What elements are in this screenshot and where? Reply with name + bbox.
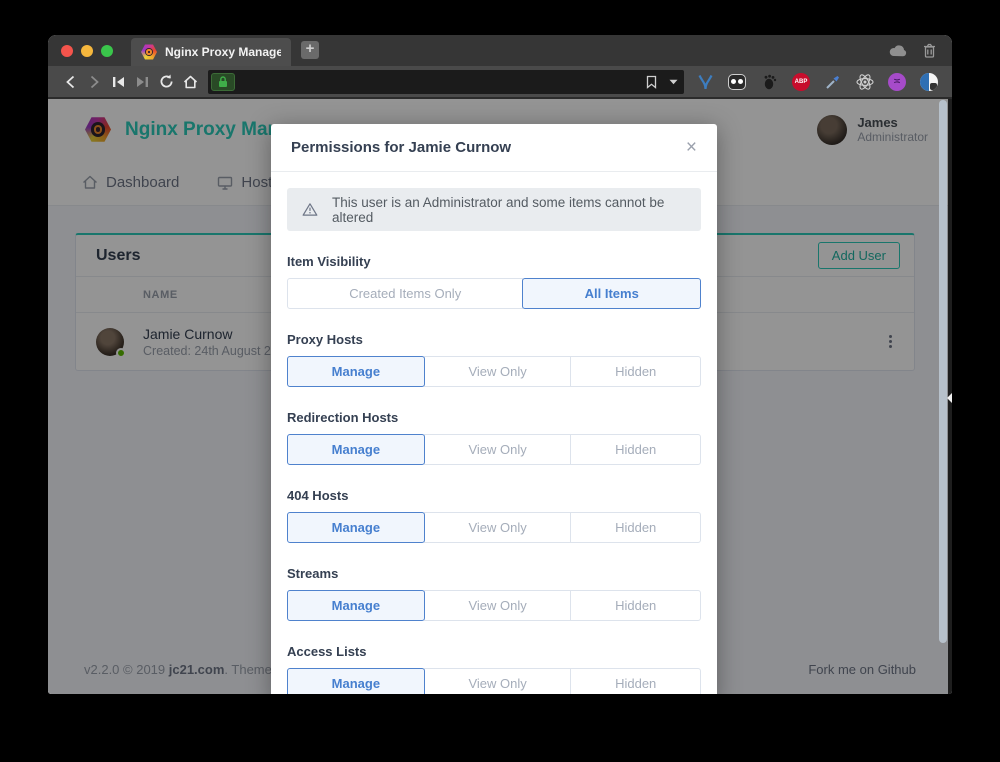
favicon-icon [141, 44, 157, 60]
streams-hidden-button[interactable]: Hidden [570, 590, 701, 621]
minimize-window-button[interactable] [81, 45, 93, 57]
close-window-button[interactable] [61, 45, 73, 57]
404-hosts-hidden-button[interactable]: Hidden [570, 512, 701, 543]
admin-alert: This user is an Administrator and some i… [287, 188, 701, 231]
access-lists-section: Access Lists Manage View Only Hidden [287, 644, 701, 694]
redirection-hosts-view-only-button[interactable]: View Only [424, 434, 572, 465]
section-label: 404 Hosts [287, 488, 701, 503]
streams-section: Streams Manage View Only Hidden [287, 566, 701, 621]
redirection-hosts-hidden-button[interactable]: Hidden [570, 434, 701, 465]
admin-alert-text: This user is an Administrator and some i… [332, 195, 686, 225]
home-icon[interactable] [178, 70, 202, 94]
browser-tab-bar: Nginx Proxy Manager + [48, 35, 952, 66]
section-label: Redirection Hosts [287, 410, 701, 425]
mask-extension-icon[interactable] [726, 71, 748, 93]
close-icon[interactable]: × [686, 138, 697, 157]
privacy-extension-icon[interactable] [918, 71, 940, 93]
screenshot-canvas: Nginx Proxy Manager + [0, 0, 1000, 762]
proxy-hosts-manage-button[interactable]: Manage [287, 356, 425, 387]
404-hosts-manage-button[interactable]: Manage [287, 512, 425, 543]
address-bar[interactable] [208, 70, 684, 94]
access-lists-manage-button[interactable]: Manage [287, 668, 425, 694]
visibility-button-group: Created Items Only All Items [287, 278, 701, 309]
lock-icon[interactable] [211, 73, 235, 91]
visibility-all-items-button[interactable]: All Items [522, 278, 701, 309]
streams-manage-button[interactable]: Manage [287, 590, 425, 621]
atom-extension-icon[interactable] [854, 71, 876, 93]
permissions-modal: Permissions for Jamie Curnow × This user… [271, 124, 717, 694]
fork-extension-icon[interactable] [694, 71, 716, 93]
streams-view-only-button[interactable]: View Only [424, 590, 572, 621]
web-content: Nginx Proxy Manager James Administrator … [48, 99, 952, 694]
back-icon[interactable] [58, 70, 82, 94]
visibility-created-only-button[interactable]: Created Items Only [287, 278, 523, 309]
404-hosts-section: 404 Hosts Manage View Only Hidden [287, 488, 701, 543]
new-tab-button[interactable]: + [301, 41, 319, 59]
gnome-foot-extension-icon[interactable] [758, 71, 780, 93]
dropper-extension-icon[interactable] [822, 71, 844, 93]
caret-down-icon[interactable] [669, 79, 678, 85]
proxy-hosts-hidden-button[interactable]: Hidden [570, 356, 701, 387]
reload-icon[interactable] [154, 70, 178, 94]
adblock-plus-icon[interactable]: ABP [790, 71, 812, 93]
streams-button-group: Manage View Only Hidden [287, 590, 701, 621]
section-label: Streams [287, 566, 701, 581]
purple-mask-extension-icon[interactable]: ≍ [886, 71, 908, 93]
redirection-hosts-manage-button[interactable]: Manage [287, 434, 425, 465]
cloud-sync-icon[interactable] [889, 45, 907, 57]
window-controls [48, 35, 127, 66]
redirection-hosts-section: Redirection Hosts Manage View Only Hidde… [287, 410, 701, 465]
404-hosts-view-only-button[interactable]: View Only [424, 512, 572, 543]
section-label: Proxy Hosts [287, 332, 701, 347]
warning-triangle-icon [302, 202, 318, 217]
proxy-hosts-view-only-button[interactable]: View Only [424, 356, 572, 387]
zoom-window-button[interactable] [101, 45, 113, 57]
item-visibility-section: Item Visibility Created Items Only All I… [287, 254, 701, 309]
forward-icon[interactable] [82, 70, 106, 94]
redirection-hosts-button-group: Manage View Only Hidden [287, 434, 701, 465]
panel-toggle-arrow[interactable] [947, 393, 952, 403]
rewind-icon[interactable] [106, 70, 130, 94]
404-hosts-button-group: Manage View Only Hidden [287, 512, 701, 543]
section-label: Access Lists [287, 644, 701, 659]
trash-icon[interactable] [923, 43, 936, 58]
access-lists-button-group: Manage View Only Hidden [287, 668, 701, 694]
fastforward-icon[interactable] [130, 70, 154, 94]
proxy-hosts-section: Proxy Hosts Manage View Only Hidden [287, 332, 701, 387]
section-label: Item Visibility [287, 254, 701, 269]
proxy-hosts-button-group: Manage View Only Hidden [287, 356, 701, 387]
extension-row: ABP ≍ [694, 71, 942, 93]
vertical-scrollbar[interactable] [939, 100, 947, 643]
access-lists-view-only-button[interactable]: View Only [424, 668, 572, 694]
modal-title: Permissions for Jamie Curnow [291, 139, 511, 156]
access-lists-hidden-button[interactable]: Hidden [570, 668, 701, 694]
browser-toolbar: ABP ≍ [48, 66, 952, 99]
browser-window: Nginx Proxy Manager + [48, 35, 952, 694]
tab-title: Nginx Proxy Manager [165, 45, 281, 59]
browser-tab[interactable]: Nginx Proxy Manager [131, 38, 291, 66]
bookmark-icon[interactable] [646, 75, 657, 89]
